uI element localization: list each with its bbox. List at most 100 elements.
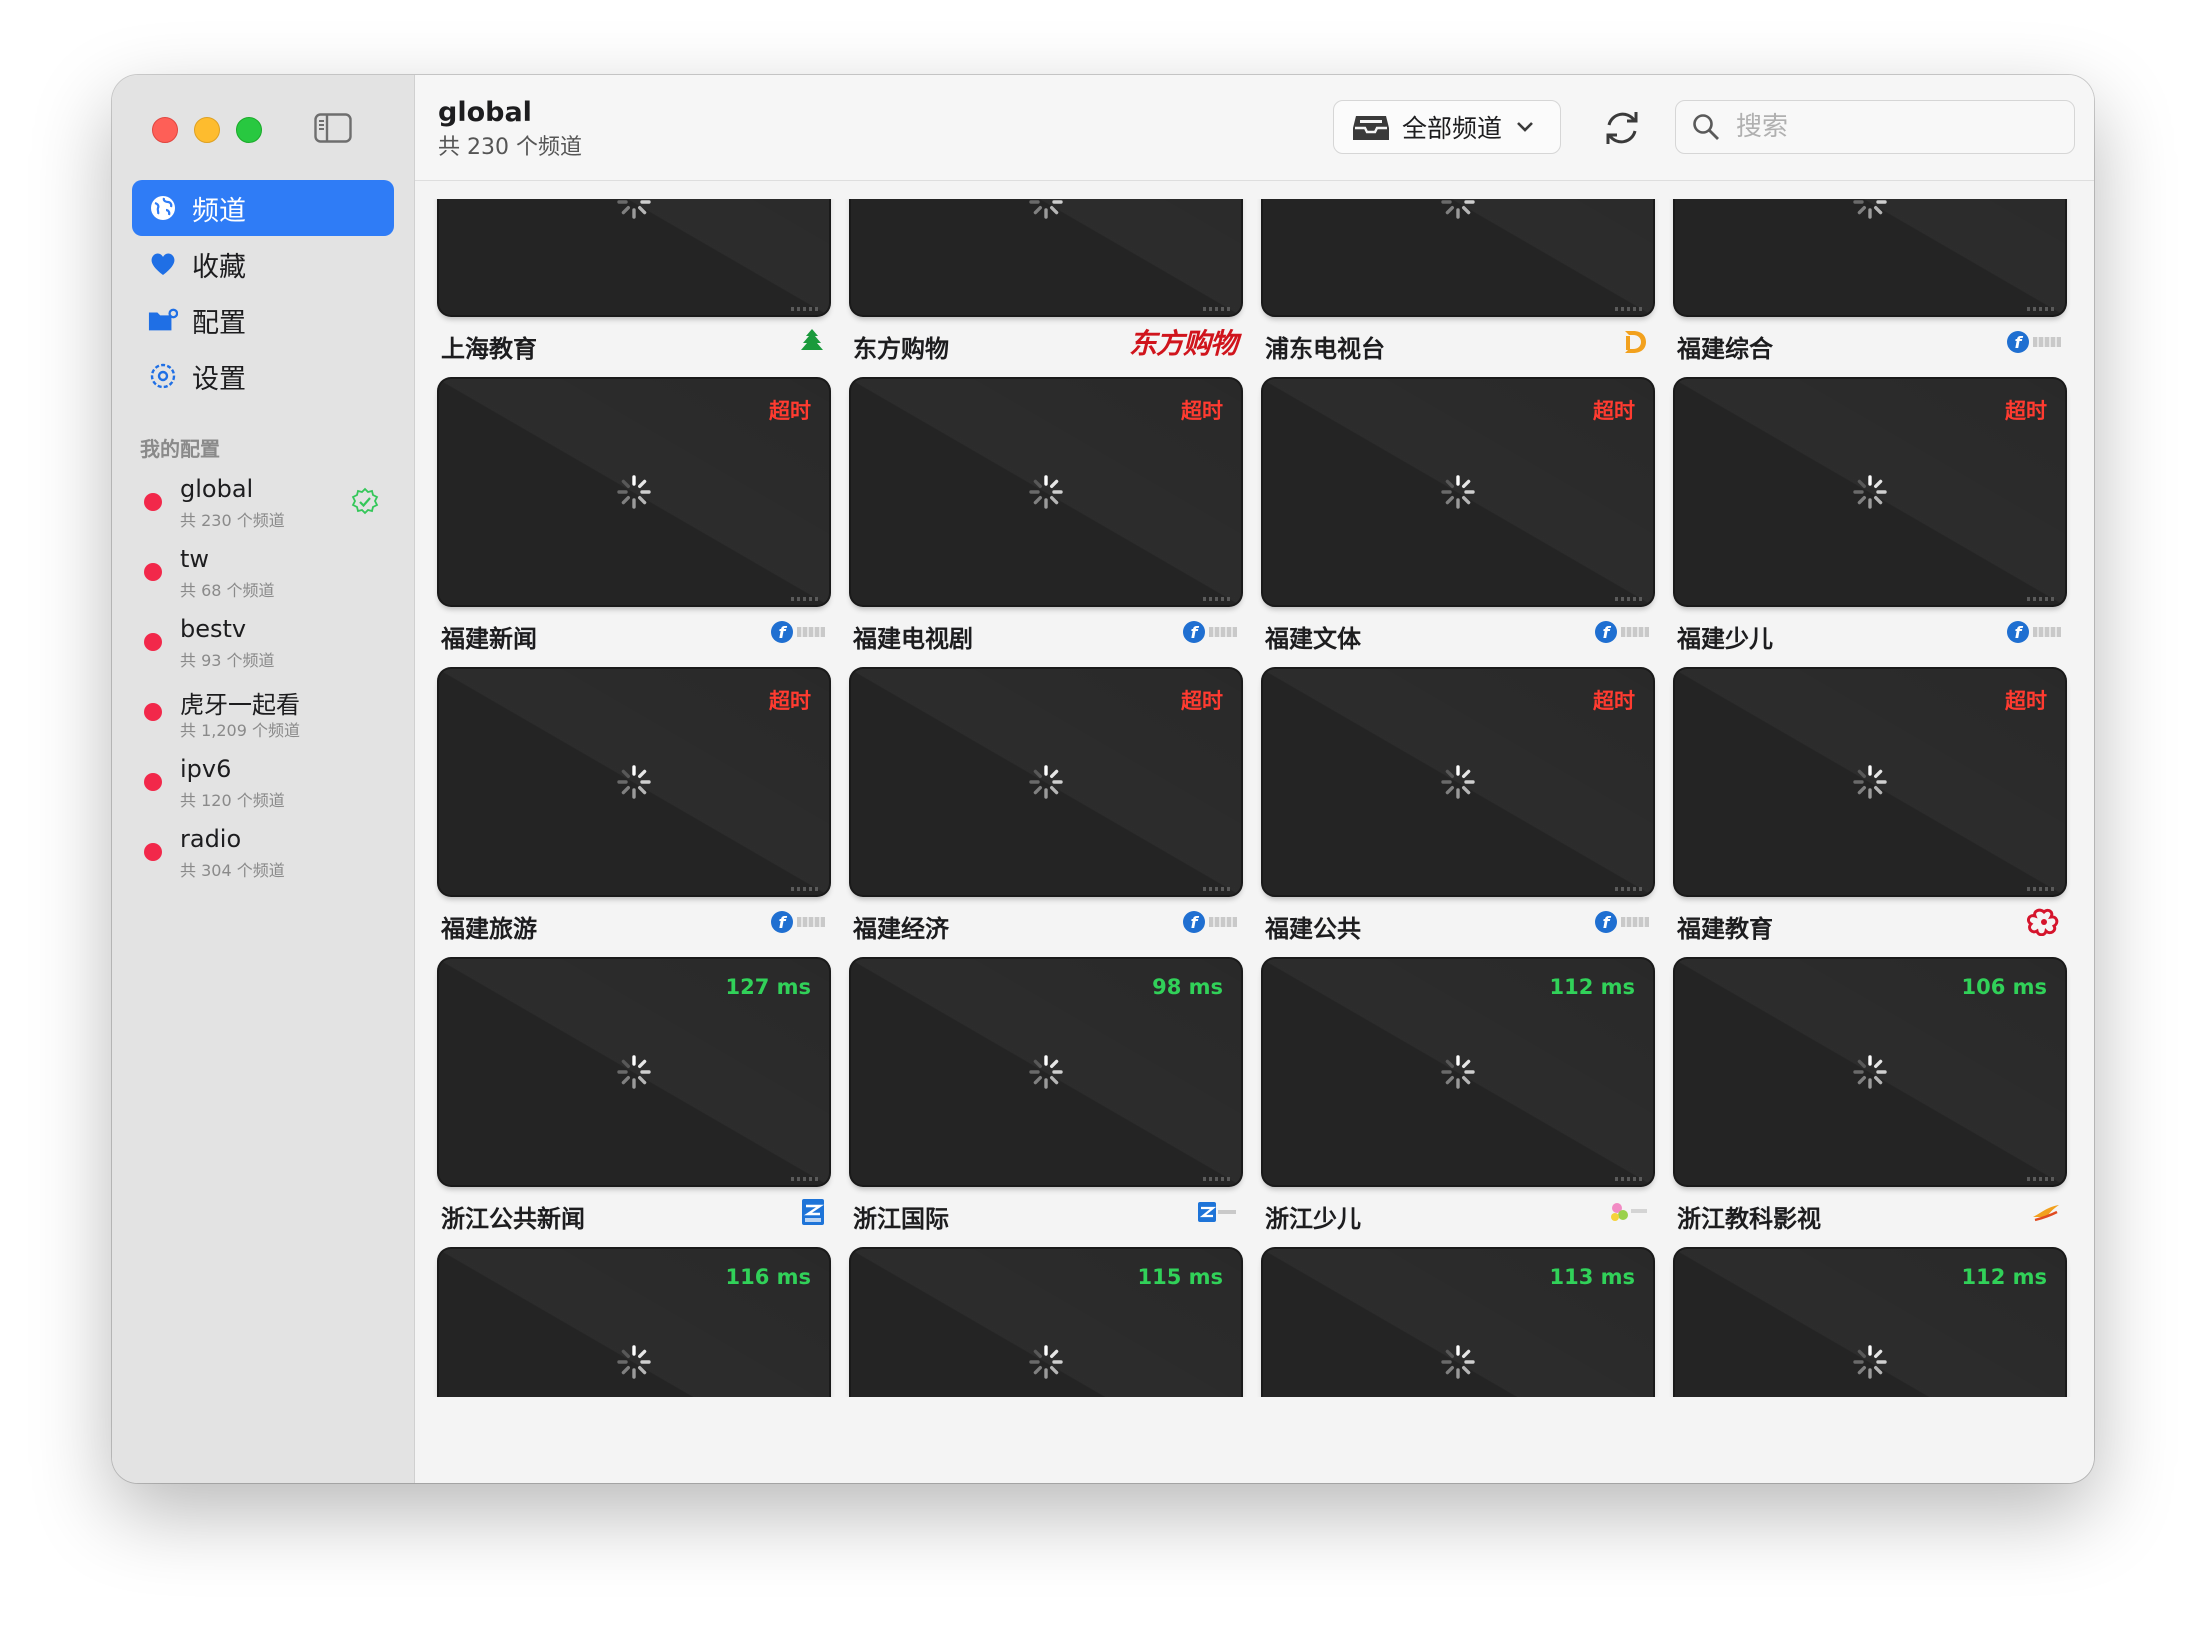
search-field[interactable] <box>1675 100 2075 154</box>
latency-badge: 115 ms <box>1137 1265 1223 1289</box>
search-input[interactable] <box>1734 111 2058 143</box>
latency-badge: 超时 <box>1181 689 1223 713</box>
channel-preview[interactable]: 113 ms <box>1263 1249 1653 1397</box>
channel-grid: 超时 上海教育 超时 <box>415 199 2065 1397</box>
close-window-button[interactable] <box>152 117 178 143</box>
channel-preview[interactable]: 98 ms <box>851 959 1241 1185</box>
channel-card[interactable]: 98 ms 浙江国际 <box>851 959 1241 1249</box>
channel-preview[interactable]: 116 ms <box>439 1249 829 1397</box>
loading-spinner-icon <box>617 765 651 799</box>
channel-card[interactable]: 超时 福建教育 <box>1675 669 2065 959</box>
channel-preview[interactable]: 超时 <box>1263 199 1653 315</box>
red-flower-logo <box>2027 905 2061 939</box>
zoom-window-button[interactable] <box>236 117 262 143</box>
channel-preview[interactable]: 112 ms <box>1263 959 1653 1185</box>
profile-item-ipv6[interactable]: ipv6 共 120 个频道 <box>132 753 394 823</box>
sidebar-toggle-icon[interactable] <box>314 113 352 143</box>
channel-preview[interactable]: 106 ms <box>1675 959 2065 1185</box>
channel-card[interactable]: 116 ms <box>439 1249 829 1397</box>
loading-spinner-icon <box>1029 765 1063 799</box>
channel-card[interactable]: 106 ms 浙江教科影视 <box>1675 959 2065 1249</box>
profile-item-huya[interactable]: 虎牙一起看 共 1,209 个频道 <box>132 683 394 753</box>
loading-spinner-icon <box>617 200 651 219</box>
profile-list: global 共 230 个频道 tw 共 68 个频道 bestv 共 93 … <box>132 473 394 893</box>
channel-card[interactable]: 127 ms 浙江公共新闻 <box>439 959 829 1249</box>
channel-preview[interactable]: 超时 <box>1263 669 1653 895</box>
loading-spinner-icon <box>1029 475 1063 509</box>
channel-filter-dropdown[interactable]: 全部频道 <box>1333 100 1561 154</box>
channel-preview[interactable]: 115 ms <box>851 1249 1241 1397</box>
channel-card[interactable]: 超时 福建文体 f <box>1263 379 1653 669</box>
channel-preview[interactable]: 超时 <box>851 199 1241 315</box>
profile-status-dot <box>144 843 162 861</box>
channel-card[interactable]: 112 ms 浙江少儿 <box>1263 959 1653 1249</box>
channel-preview[interactable]: 超时 <box>1675 669 2065 895</box>
channel-name: 福建新闻 <box>441 625 537 653</box>
channel-card[interactable]: 超时 福建电视剧 f <box>851 379 1241 669</box>
channel-card[interactable]: 超时 浦东电视台 <box>1263 199 1653 379</box>
profile-channel-count: 共 304 个频道 <box>180 861 285 880</box>
channel-preview[interactable]: 127 ms <box>439 959 829 1185</box>
channel-card[interactable]: 112 ms <box>1675 1249 2065 1397</box>
channel-name: 福建文体 <box>1265 625 1361 653</box>
latency-badge: 超时 <box>1181 399 1223 423</box>
channel-name: 福建旅游 <box>441 915 537 943</box>
channel-card[interactable]: 超时 福建公共 f <box>1263 669 1653 959</box>
channel-card[interactable]: 超时 东方购物 东方购物 <box>851 199 1241 379</box>
loading-spinner-icon <box>1853 475 1887 509</box>
profile-status-dot <box>144 493 162 511</box>
channel-card[interactable]: 超时 福建经济 f <box>851 669 1241 959</box>
loading-spinner-icon <box>617 1055 651 1089</box>
channel-name: 福建少儿 <box>1677 625 1773 653</box>
channel-preview[interactable]: 112 ms <box>1675 1249 2065 1397</box>
channel-card[interactable]: 超时 福建旅游 f <box>439 669 829 959</box>
sidebar-item-channels[interactable]: 频道 <box>132 180 394 236</box>
loading-spinner-icon <box>1853 200 1887 219</box>
profile-item-radio[interactable]: radio 共 304 个频道 <box>132 823 394 893</box>
refresh-icon[interactable] <box>1601 107 1643 149</box>
channel-name: 东方购物 <box>853 335 949 363</box>
loading-spinner-icon <box>1853 1055 1887 1089</box>
profile-item-global[interactable]: global 共 230 个频道 <box>132 473 394 543</box>
sidebar-item-config[interactable]: 配置 <box>132 292 394 348</box>
channel-card[interactable]: 超时 上海教育 <box>439 199 829 379</box>
channel-card[interactable]: 超时 福建新闻 f <box>439 379 829 669</box>
page-subtitle: 共 230 个频道 <box>438 135 582 160</box>
channel-preview[interactable]: 超时 <box>439 379 829 605</box>
channel-preview[interactable]: 超时 <box>439 669 829 895</box>
channel-card[interactable]: 113 ms <box>1263 1249 1653 1397</box>
profile-channel-count: 共 68 个频道 <box>180 581 275 600</box>
profile-channel-count: 共 230 个频道 <box>180 511 285 530</box>
latency-badge: 超时 <box>1593 399 1635 423</box>
latency-badge: 98 ms <box>1152 975 1223 999</box>
profile-item-bestv[interactable]: bestv 共 93 个频道 <box>132 613 394 683</box>
latency-badge: 116 ms <box>725 1265 811 1289</box>
channel-preview[interactable]: 超时 <box>439 199 829 315</box>
channel-name: 上海教育 <box>441 335 537 363</box>
channel-preview[interactable]: 超时 <box>1675 199 2065 315</box>
channel-preview[interactable]: 超时 <box>851 379 1241 605</box>
zhejiang-edu-logo <box>2031 1195 2061 1229</box>
profile-name: bestv <box>180 615 247 643</box>
channel-name: 浙江少儿 <box>1265 1205 1361 1233</box>
fujian-logo: f <box>1183 905 1237 939</box>
sidebar-item-settings[interactable]: 设置 <box>132 348 394 404</box>
channel-preview[interactable]: 超时 <box>1675 379 2065 605</box>
latency-badge: 113 ms <box>1549 1265 1635 1289</box>
channel-card[interactable]: 115 ms <box>851 1249 1241 1397</box>
channel-card[interactable]: 超时 福建少儿 f <box>1675 379 2065 669</box>
loading-spinner-icon <box>1029 200 1063 219</box>
sidebar-item-favorites[interactable]: 收藏 <box>132 236 394 292</box>
channel-preview[interactable]: 超时 <box>851 669 1241 895</box>
latency-badge: 超时 <box>769 399 811 423</box>
channel-card[interactable]: 超时 福建综合 f <box>1675 199 2065 379</box>
tray-icon <box>1353 116 1389 140</box>
channel-grid-viewport[interactable]: 超时 上海教育 超时 <box>415 199 2094 1397</box>
minimize-window-button[interactable] <box>194 117 220 143</box>
zhejiang-intl-logo <box>1197 1195 1237 1229</box>
profile-item-tw[interactable]: tw 共 68 个频道 <box>132 543 394 613</box>
profile-status-dot <box>144 563 162 581</box>
channel-preview[interactable]: 超时 <box>1263 379 1653 605</box>
channel-name: 福建经济 <box>853 915 949 943</box>
dongfang-logo: 东方购物 <box>1128 327 1238 360</box>
